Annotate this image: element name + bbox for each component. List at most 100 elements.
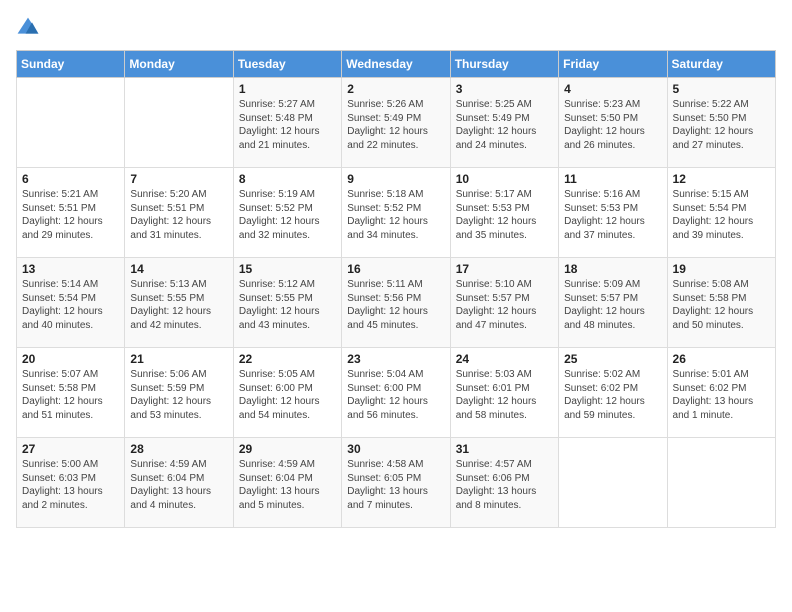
header-cell-sunday: Sunday bbox=[17, 51, 125, 78]
day-info: Sunrise: 5:00 AM Sunset: 6:03 PM Dayligh… bbox=[22, 458, 119, 512]
day-info: Sunrise: 5:07 AM Sunset: 5:58 PM Dayligh… bbox=[22, 368, 119, 422]
day-info: Sunrise: 4:57 AM Sunset: 6:06 PM Dayligh… bbox=[456, 458, 553, 512]
day-number: 6 bbox=[22, 172, 119, 186]
day-cell: 25 Sunrise: 5:02 AM Sunset: 6:02 PM Dayli… bbox=[559, 348, 667, 438]
day-number: 28 bbox=[130, 442, 227, 456]
day-cell bbox=[667, 438, 775, 528]
day-cell bbox=[559, 438, 667, 528]
day-cell: 18 Sunrise: 5:09 AM Sunset: 5:57 PM Dayli… bbox=[559, 258, 667, 348]
day-info: Sunrise: 5:22 AM Sunset: 5:50 PM Dayligh… bbox=[673, 98, 770, 152]
week-row-1: 1 Sunrise: 5:27 AM Sunset: 5:48 PM Daylig… bbox=[17, 78, 776, 168]
day-info: Sunrise: 5:13 AM Sunset: 5:55 PM Dayligh… bbox=[130, 278, 227, 332]
day-number: 10 bbox=[456, 172, 553, 186]
day-cell: 30 Sunrise: 4:58 AM Sunset: 6:05 PM Dayli… bbox=[342, 438, 450, 528]
day-info: Sunrise: 5:21 AM Sunset: 5:51 PM Dayligh… bbox=[22, 188, 119, 242]
day-number: 18 bbox=[564, 262, 661, 276]
day-info: Sunrise: 5:11 AM Sunset: 5:56 PM Dayligh… bbox=[347, 278, 444, 332]
day-number: 17 bbox=[456, 262, 553, 276]
header-cell-friday: Friday bbox=[559, 51, 667, 78]
calendar-header: SundayMondayTuesdayWednesdayThursdayFrid… bbox=[17, 51, 776, 78]
day-number: 11 bbox=[564, 172, 661, 186]
day-cell: 14 Sunrise: 5:13 AM Sunset: 5:55 PM Dayli… bbox=[125, 258, 233, 348]
header-cell-wednesday: Wednesday bbox=[342, 51, 450, 78]
day-cell: 27 Sunrise: 5:00 AM Sunset: 6:03 PM Dayli… bbox=[17, 438, 125, 528]
day-cell: 7Sunrise: 5:20 AM Sunset: 5:51 PM Daylig… bbox=[125, 168, 233, 258]
day-number: 21 bbox=[130, 352, 227, 366]
day-number: 16 bbox=[347, 262, 444, 276]
day-info: Sunrise: 5:02 AM Sunset: 6:02 PM Dayligh… bbox=[564, 368, 661, 422]
day-info: Sunrise: 4:59 AM Sunset: 6:04 PM Dayligh… bbox=[130, 458, 227, 512]
day-info: Sunrise: 5:20 AM Sunset: 5:51 PM Dayligh… bbox=[130, 188, 227, 242]
day-info: Sunrise: 5:25 AM Sunset: 5:49 PM Dayligh… bbox=[456, 98, 553, 152]
header-cell-tuesday: Tuesday bbox=[233, 51, 341, 78]
day-info: Sunrise: 5:17 AM Sunset: 5:53 PM Dayligh… bbox=[456, 188, 553, 242]
day-number: 15 bbox=[239, 262, 336, 276]
day-info: Sunrise: 5:27 AM Sunset: 5:48 PM Dayligh… bbox=[239, 98, 336, 152]
day-cell: 24 Sunrise: 5:03 AM Sunset: 6:01 PM Dayli… bbox=[450, 348, 558, 438]
day-info: Sunrise: 5:08 AM Sunset: 5:58 PM Dayligh… bbox=[673, 278, 770, 332]
day-number: 20 bbox=[22, 352, 119, 366]
week-row-5: 27 Sunrise: 5:00 AM Sunset: 6:03 PM Dayli… bbox=[17, 438, 776, 528]
day-number: 25 bbox=[564, 352, 661, 366]
day-number: 5 bbox=[673, 82, 770, 96]
day-number: 19 bbox=[673, 262, 770, 276]
week-row-2: 6 Sunrise: 5:21 AM Sunset: 5:51 PM Daylig… bbox=[17, 168, 776, 258]
day-cell: 4Sunrise: 5:23 AM Sunset: 5:50 PM Daylig… bbox=[559, 78, 667, 168]
day-cell: 8 Sunrise: 5:19 AM Sunset: 5:52 PM Daylig… bbox=[233, 168, 341, 258]
day-cell: 22 Sunrise: 5:05 AM Sunset: 6:00 PM Dayli… bbox=[233, 348, 341, 438]
day-cell bbox=[17, 78, 125, 168]
day-cell: 2Sunrise: 5:26 AM Sunset: 5:49 PM Daylig… bbox=[342, 78, 450, 168]
day-number: 12 bbox=[673, 172, 770, 186]
day-info: Sunrise: 5:23 AM Sunset: 5:50 PM Dayligh… bbox=[564, 98, 661, 152]
day-number: 24 bbox=[456, 352, 553, 366]
day-number: 23 bbox=[347, 352, 444, 366]
day-cell: 23 Sunrise: 5:04 AM Sunset: 6:00 PM Dayli… bbox=[342, 348, 450, 438]
day-info: Sunrise: 5:06 AM Sunset: 5:59 PM Dayligh… bbox=[130, 368, 227, 422]
day-number: 13 bbox=[22, 262, 119, 276]
day-cell: 10 Sunrise: 5:17 AM Sunset: 5:53 PM Dayli… bbox=[450, 168, 558, 258]
day-cell: 5 Sunrise: 5:22 AM Sunset: 5:50 PM Daylig… bbox=[667, 78, 775, 168]
day-number: 1 bbox=[239, 82, 336, 96]
day-info: Sunrise: 5:19 AM Sunset: 5:52 PM Dayligh… bbox=[239, 188, 336, 242]
day-number: 14 bbox=[130, 262, 227, 276]
calendar-body: 1 Sunrise: 5:27 AM Sunset: 5:48 PM Daylig… bbox=[17, 78, 776, 528]
day-info: Sunrise: 5:04 AM Sunset: 6:00 PM Dayligh… bbox=[347, 368, 444, 422]
day-number: 30 bbox=[347, 442, 444, 456]
day-info: Sunrise: 5:15 AM Sunset: 5:54 PM Dayligh… bbox=[673, 188, 770, 242]
day-number: 26 bbox=[673, 352, 770, 366]
week-row-4: 20 Sunrise: 5:07 AM Sunset: 5:58 PM Dayli… bbox=[17, 348, 776, 438]
day-cell: 29 Sunrise: 4:59 AM Sunset: 6:04 PM Dayli… bbox=[233, 438, 341, 528]
day-number: 31 bbox=[456, 442, 553, 456]
day-number: 27 bbox=[22, 442, 119, 456]
day-number: 22 bbox=[239, 352, 336, 366]
day-info: Sunrise: 5:18 AM Sunset: 5:52 PM Dayligh… bbox=[347, 188, 444, 242]
day-info: Sunrise: 5:01 AM Sunset: 6:02 PM Dayligh… bbox=[673, 368, 770, 422]
day-cell: 31 Sunrise: 4:57 AM Sunset: 6:06 PM Dayli… bbox=[450, 438, 558, 528]
day-cell: 17 Sunrise: 5:10 AM Sunset: 5:57 PM Dayli… bbox=[450, 258, 558, 348]
header-row: SundayMondayTuesdayWednesdayThursdayFrid… bbox=[17, 51, 776, 78]
day-cell bbox=[125, 78, 233, 168]
day-info: Sunrise: 5:10 AM Sunset: 5:57 PM Dayligh… bbox=[456, 278, 553, 332]
day-cell: 19 Sunrise: 5:08 AM Sunset: 5:58 PM Dayli… bbox=[667, 258, 775, 348]
day-info: Sunrise: 4:58 AM Sunset: 6:05 PM Dayligh… bbox=[347, 458, 444, 512]
page-header bbox=[16, 16, 776, 40]
day-cell: 9 Sunrise: 5:18 AM Sunset: 5:52 PM Daylig… bbox=[342, 168, 450, 258]
day-info: Sunrise: 4:59 AM Sunset: 6:04 PM Dayligh… bbox=[239, 458, 336, 512]
day-info: Sunrise: 5:09 AM Sunset: 5:57 PM Dayligh… bbox=[564, 278, 661, 332]
day-number: 29 bbox=[239, 442, 336, 456]
header-cell-monday: Monday bbox=[125, 51, 233, 78]
day-cell: 21 Sunrise: 5:06 AM Sunset: 5:59 PM Dayli… bbox=[125, 348, 233, 438]
logo bbox=[16, 16, 44, 40]
header-cell-saturday: Saturday bbox=[667, 51, 775, 78]
day-cell: 12 Sunrise: 5:15 AM Sunset: 5:54 PM Dayli… bbox=[667, 168, 775, 258]
day-cell: 26 Sunrise: 5:01 AM Sunset: 6:02 PM Dayli… bbox=[667, 348, 775, 438]
day-cell: 16 Sunrise: 5:11 AM Sunset: 5:56 PM Dayli… bbox=[342, 258, 450, 348]
day-cell: 11Sunrise: 5:16 AM Sunset: 5:53 PM Dayli… bbox=[559, 168, 667, 258]
day-info: Sunrise: 5:03 AM Sunset: 6:01 PM Dayligh… bbox=[456, 368, 553, 422]
day-cell: 28 Sunrise: 4:59 AM Sunset: 6:04 PM Dayli… bbox=[125, 438, 233, 528]
day-info: Sunrise: 5:05 AM Sunset: 6:00 PM Dayligh… bbox=[239, 368, 336, 422]
day-number: 8 bbox=[239, 172, 336, 186]
day-cell: 15Sunrise: 5:12 AM Sunset: 5:55 PM Dayli… bbox=[233, 258, 341, 348]
day-number: 3 bbox=[456, 82, 553, 96]
day-number: 9 bbox=[347, 172, 444, 186]
